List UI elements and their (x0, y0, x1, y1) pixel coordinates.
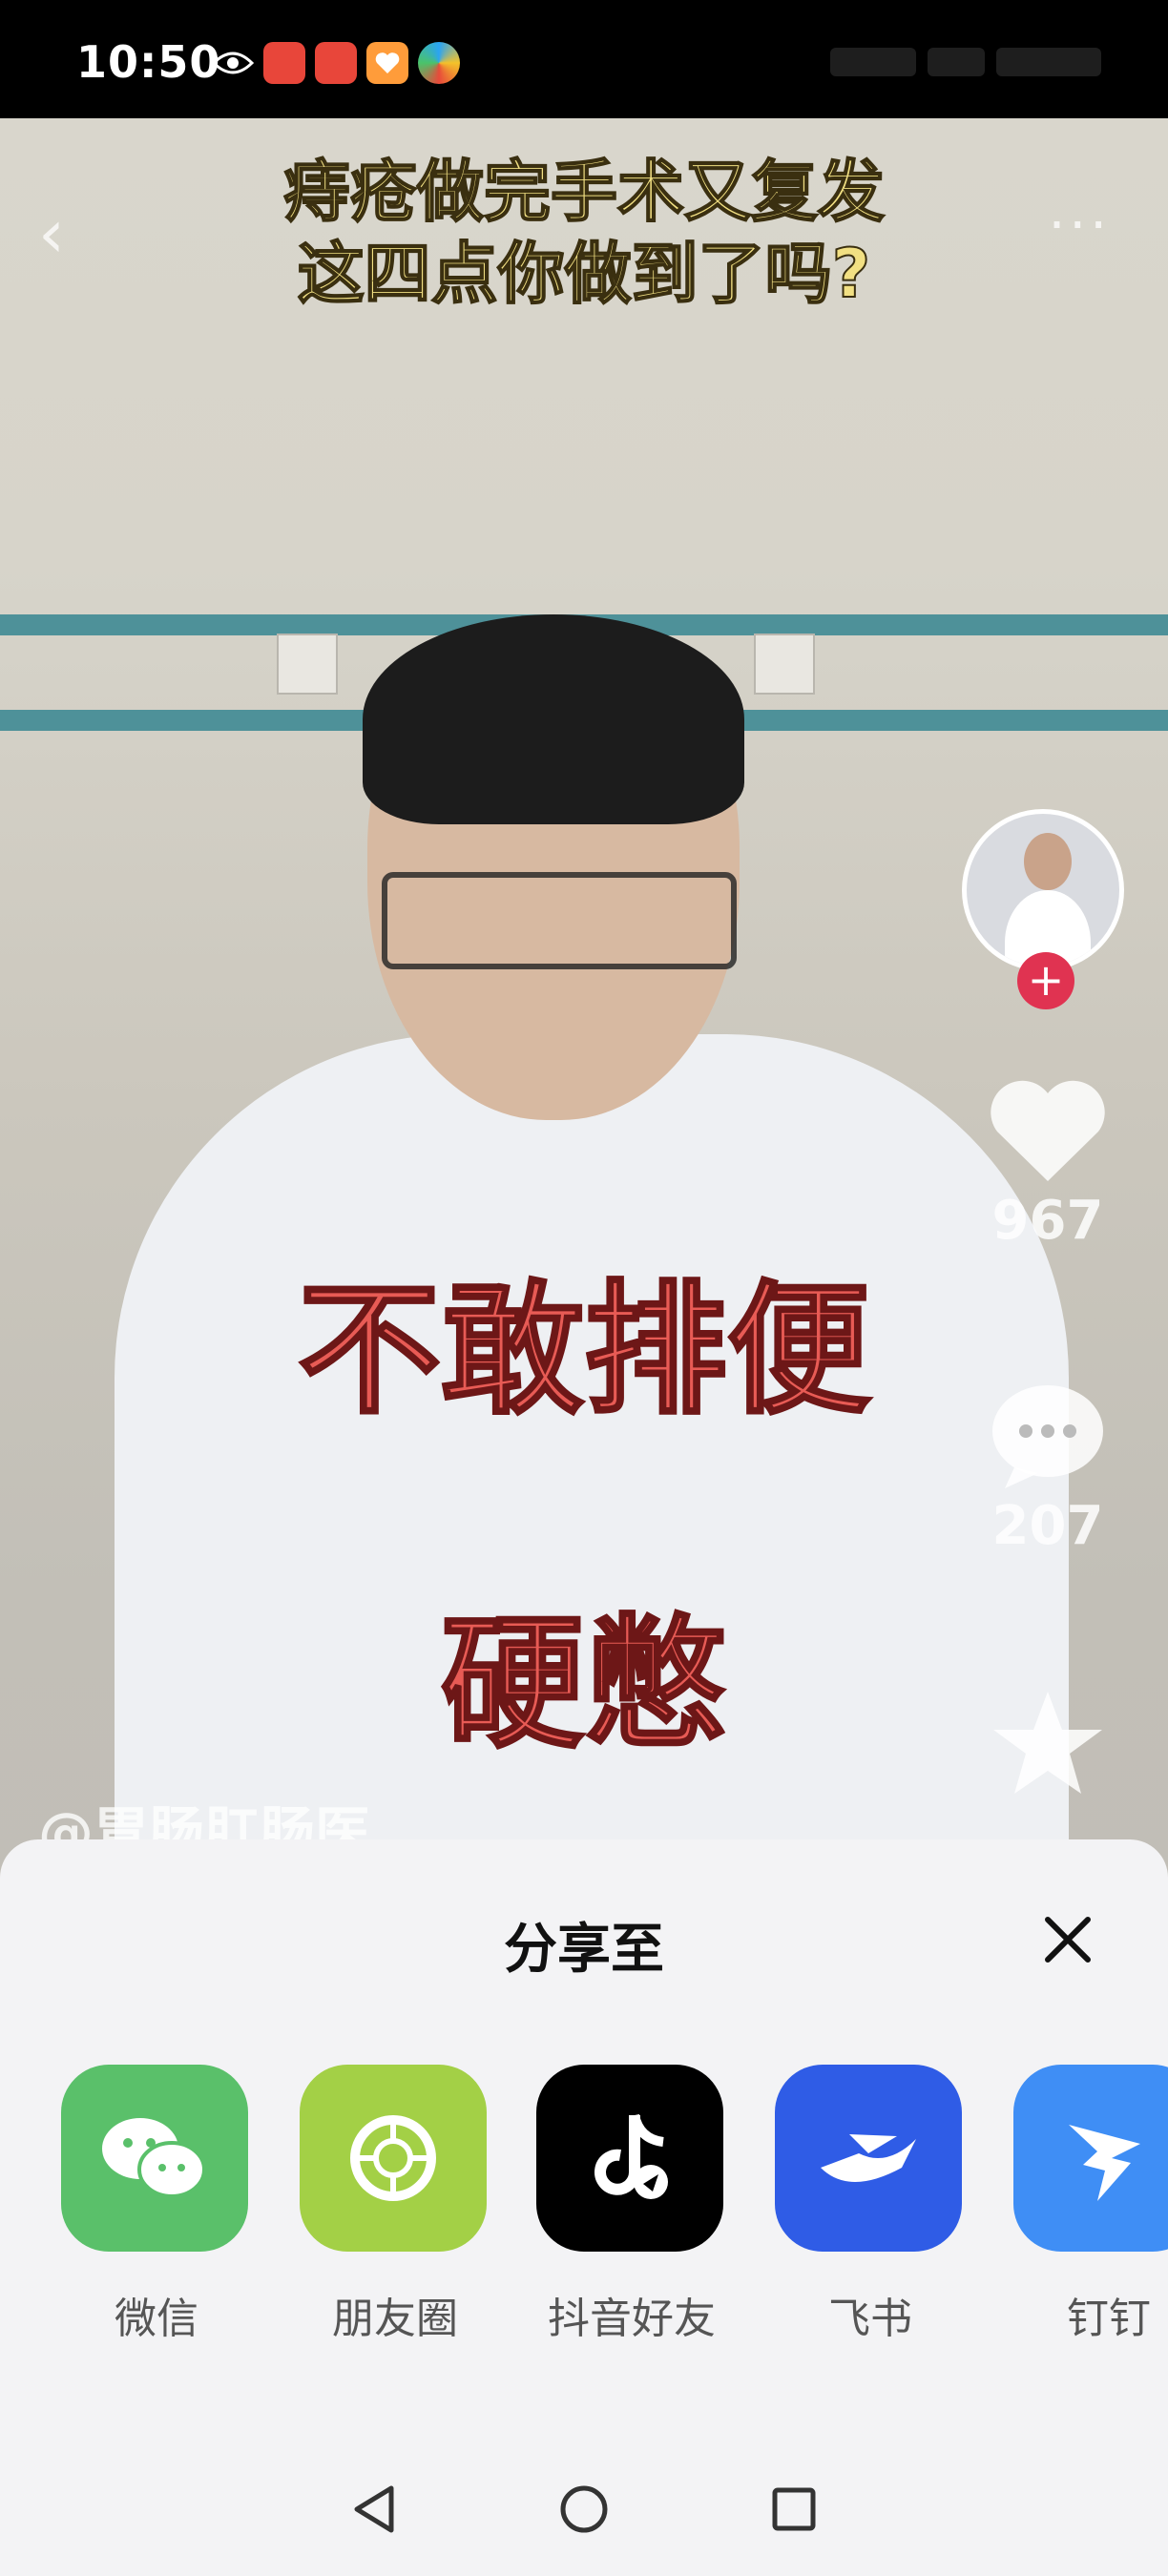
share-label: 钉钉 (1067, 2295, 1151, 2343)
wall-outlet (754, 634, 815, 695)
app-icon-red-1 (263, 42, 305, 84)
share-item-douyin-friends[interactable]: 抖音好友 (536, 2065, 727, 2345)
douyin-icon (536, 2065, 723, 2252)
share-label: 微信 (115, 2295, 198, 2343)
heart-icon (991, 1080, 1105, 1181)
glasses (382, 872, 737, 969)
comment-count: 207 (991, 1495, 1104, 1557)
system-nav-bar (0, 2442, 1168, 2576)
title-line-1: 痔疮做完手术又复发 (282, 152, 886, 232)
share-label: 飞书 (828, 2295, 912, 2343)
favorite-button[interactable] (971, 1687, 1124, 1805)
wechat-icon (61, 2065, 248, 2252)
system-status-icons (758, 44, 1101, 80)
moments-icon (300, 2065, 487, 2252)
share-label: 朋友圈 (332, 2295, 458, 2343)
home-nav-icon[interactable] (555, 2481, 613, 2538)
recents-nav-icon[interactable] (765, 2481, 823, 2538)
close-button[interactable] (1034, 1906, 1101, 1973)
share-item-wechat[interactable]: 微信 (61, 2065, 252, 2345)
colorful-app-icon (418, 42, 460, 84)
notification-icons (212, 42, 460, 84)
wall-outlet (277, 634, 338, 695)
share-item-moments[interactable]: 朋友圈 (300, 2065, 490, 2345)
comment-icon (992, 1385, 1103, 1488)
app-icon-red-2 (315, 42, 357, 84)
like-count: 967 (991, 1190, 1104, 1252)
back-nav-icon[interactable] (345, 2481, 403, 2538)
author-avatar[interactable] (962, 809, 1124, 971)
close-icon (1045, 1917, 1091, 1963)
heart-app-icon (366, 42, 408, 84)
feishu-icon (775, 2065, 962, 2252)
dingtalk-icon (1013, 2065, 1168, 2252)
share-targets: 微信 朋友圈 抖音好友 飞书 钉钉 (61, 2065, 1168, 2351)
avatar-face (1024, 833, 1072, 890)
clock: 10:50 (76, 36, 221, 88)
share-sheet-title: 分享至 (504, 1919, 664, 1981)
like-button[interactable]: 967 (971, 1076, 1124, 1252)
star-icon (993, 1692, 1102, 1794)
doctor-hair (363, 614, 744, 824)
video-title-overlay: 痔疮做完手术又复发 这四点你做到了吗? (0, 151, 1168, 315)
share-item-dingtalk[interactable]: 钉钉 (1013, 2065, 1168, 2345)
title-line-2: 这四点你做到了吗? (297, 234, 872, 314)
share-label: 抖音好友 (548, 2295, 716, 2343)
share-item-feishu[interactable]: 飞书 (775, 2065, 966, 2345)
status-bar: 10:50 (0, 0, 1168, 118)
comment-button[interactable]: 207 (971, 1381, 1124, 1557)
follow-button[interactable]: + (1017, 952, 1074, 1009)
eye-icon (212, 42, 254, 84)
